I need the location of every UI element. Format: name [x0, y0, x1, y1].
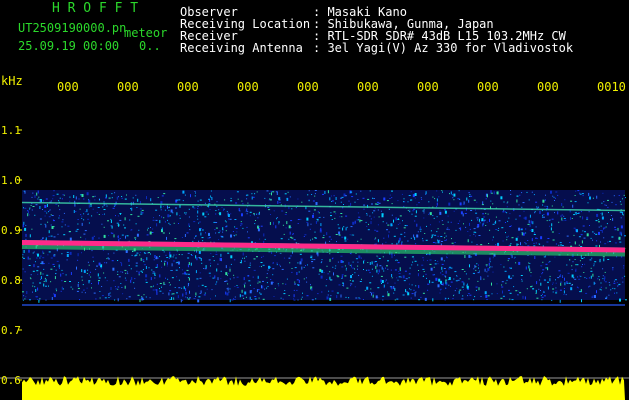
x-tick-label: 000	[357, 80, 379, 94]
x-tick-label: 000	[117, 80, 139, 94]
x-tick-label: 000	[417, 80, 439, 94]
datetime-label: 25.09.19 00:00	[18, 39, 120, 53]
y-tick-label: 0.9	[1, 224, 21, 237]
x-tick-label: 000	[297, 80, 319, 94]
antenna-value: : 3el Yagi(V) Az 330 for Vladivostok	[313, 41, 574, 55]
x-tick-label: 0010	[597, 80, 626, 94]
y-tick-label: 0.7	[1, 324, 21, 337]
x-tick-label: 000	[57, 80, 79, 94]
y-tick-label: 0.8	[1, 274, 21, 287]
y-tick-label: 1.0	[1, 174, 21, 187]
mode-label: meteor	[124, 26, 168, 40]
antenna-label: Receiving Antenna	[180, 41, 303, 55]
x-tick-label: 000	[477, 80, 499, 94]
filename-label: UT2509190000.pn	[18, 21, 127, 35]
count-label: 0..	[139, 39, 161, 53]
app-logo: H R O F F T	[52, 1, 139, 16]
y-tick-label: 1.1	[1, 124, 21, 137]
spectrogram-window: 1.1 1.0 0.9 0.8 0.7 0.6 000 000 000 000 000 000 000 0…	[0, 0, 629, 400]
y-tick-label: 0.6	[1, 374, 21, 387]
amplitude-strip	[22, 376, 625, 400]
x-tick-label: 000	[237, 80, 259, 94]
x-tick-label: 000	[177, 80, 199, 94]
spectrogram: 1.1 1.0 0.9 0.8 0.7 0.6 000 000 000 000 000 000 000 0…	[0, 80, 629, 400]
y-axis-label: kHz	[1, 74, 23, 88]
x-tick-label: 000	[537, 80, 559, 94]
